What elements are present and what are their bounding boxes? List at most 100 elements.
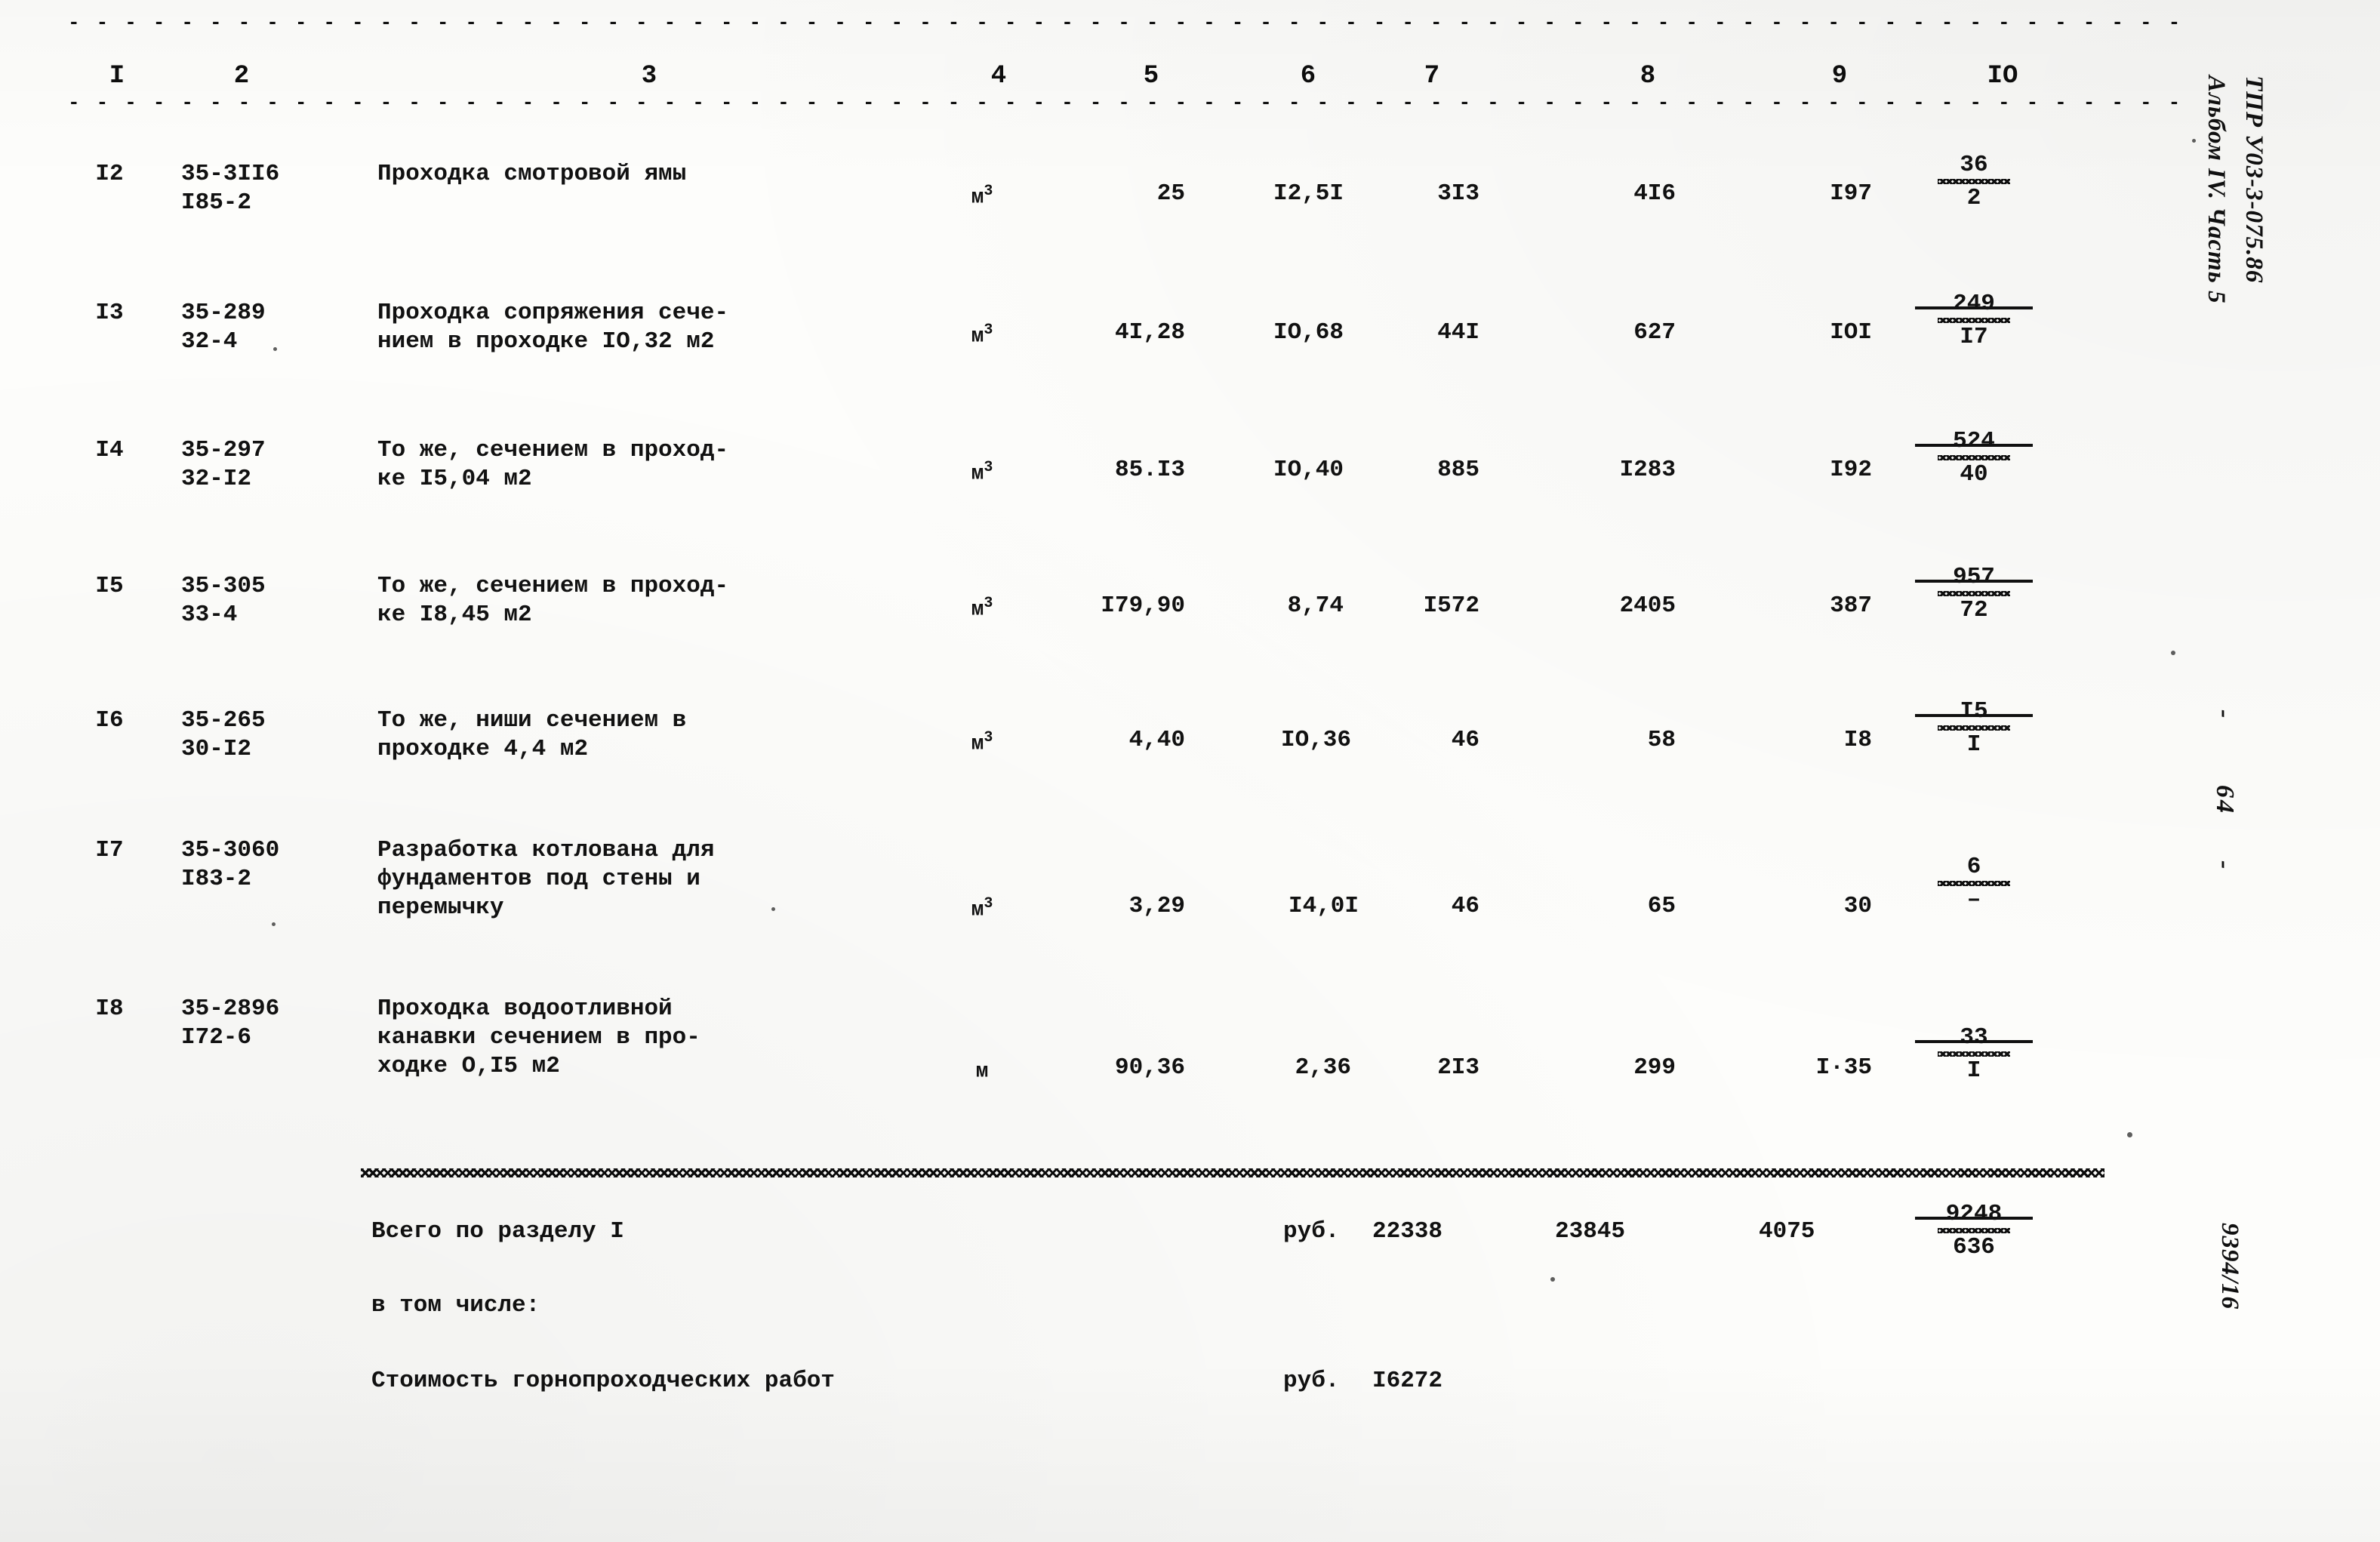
row-col5: I79,90 [1101, 592, 1185, 619]
row-unit-exponent: 3 [984, 895, 993, 913]
row-col7: I572 [1423, 592, 1479, 619]
row-col7: 46 [1451, 893, 1479, 919]
row-col6: IO,40 [1273, 457, 1344, 483]
fraction-bar-icon [1938, 455, 2010, 460]
totals-col8: 23845 [1555, 1218, 1626, 1245]
row-col8: 299 [1633, 1054, 1676, 1081]
row-col10-numerator: 249 [1910, 291, 2038, 317]
fraction-bar-icon [1938, 1228, 2010, 1233]
header-rule-bottom: ‑‑‑‑‑‑‑‑‑‑‑‑‑‑‑‑‑‑‑‑‑‑‑‑‑‑‑‑‑‑‑‑‑‑‑‑‑‑‑‑… [68, 97, 2197, 109]
margin-stamp-line1: ТПР У03-3-075.86 [2240, 75, 2268, 284]
row-col5: 3,29 [1128, 893, 1185, 919]
row-col10-fraction: 6 – [1910, 854, 2038, 913]
margin-stamp-line2: Альбом IV. Часть 5 [2203, 75, 2230, 304]
row-col6: I4,0I [1288, 893, 1359, 919]
row-col10-denominator: I [1966, 731, 1981, 758]
scan-speck [2127, 1132, 2132, 1137]
row-unit: м3 [950, 459, 1015, 485]
row-col10-numerator: I5 [1910, 699, 2038, 725]
row-col9: I·35 [1815, 1054, 1872, 1081]
row-col10-numerator: 957 [1910, 565, 2038, 590]
row-unit-text: м [975, 1060, 989, 1084]
totals-including-label: в том числе: [371, 1292, 540, 1319]
column-header-9: 9 [1831, 62, 1848, 91]
row-unit-exponent: 3 [984, 322, 993, 339]
scan-speck [2171, 651, 2175, 655]
totals-col10-denominator: 636 [1953, 1234, 1995, 1260]
row-unit-exponent: 3 [984, 459, 993, 476]
column-header-4: 4 [990, 62, 1007, 91]
row-number: I3 [95, 300, 124, 326]
row-number: I6 [95, 707, 124, 734]
row-col7: 3I3 [1437, 180, 1479, 207]
row-col9: IOI [1830, 319, 1872, 346]
row-description: То же, сечением в проход- ке I5,04 м2 [377, 437, 729, 492]
totals-col10-fraction: 9248 636 [1910, 1202, 2038, 1260]
mining-works-currency: руб. [1283, 1368, 1340, 1394]
row-code-line2: 32-4 [181, 328, 238, 355]
row-description: Разработка котлована для фундаментов под… [377, 837, 715, 921]
row-code-line1: 35-2896 [181, 996, 280, 1022]
row-col5: 90,36 [1114, 1054, 1185, 1081]
row-code-line1: 35-289 [181, 300, 266, 326]
row-unit-text: м [971, 325, 984, 349]
row-unit-text: м [971, 462, 984, 486]
fraction-bar-icon [1938, 1051, 2010, 1057]
totals-col9: 4075 [1759, 1218, 1815, 1245]
margin-page-dash-bottom: - [2211, 860, 2239, 872]
row-unit: м3 [950, 183, 1015, 209]
row-col8: 2405 [1619, 592, 1676, 619]
row-description: То же, ниши сечением в проходке 4,4 м2 [377, 707, 687, 762]
row-col10-denominator: 40 [1960, 461, 1988, 488]
scan-speck [771, 907, 775, 911]
row-col9: I92 [1830, 457, 1872, 483]
row-col9: 387 [1830, 592, 1872, 619]
row-col10-fraction: 957 72 [1910, 565, 2038, 623]
row-col10-fraction: 36 2 [1910, 152, 2038, 211]
row-code-line2: I72-6 [181, 1024, 252, 1051]
row-col9: I8 [1843, 727, 1872, 753]
scan-speck [2192, 139, 2196, 143]
row-col10-fraction: 33 I [1910, 1025, 2038, 1084]
row-unit: м [950, 1057, 1015, 1083]
row-col5: 85.I3 [1114, 457, 1185, 483]
column-header-3: 3 [641, 62, 657, 91]
row-unit-text: м [971, 898, 984, 922]
row-col5: 25 [1156, 180, 1185, 207]
row-unit-text: м [971, 598, 984, 622]
row-col6: IO,36 [1280, 727, 1351, 753]
row-col10-denominator: 2 [1966, 185, 1981, 211]
row-col6: 2,36 [1295, 1054, 1351, 1081]
row-col8: 58 [1647, 727, 1676, 753]
row-unit-exponent: 3 [984, 729, 993, 746]
row-col10-fraction: I5 I [1910, 699, 2038, 758]
row-unit: м3 [950, 895, 1015, 922]
scan-speck [272, 922, 276, 926]
row-unit: м3 [950, 729, 1015, 756]
row-col8: I283 [1619, 457, 1676, 483]
totals-col10-numerator: 9248 [1910, 1202, 2038, 1227]
scan-speck [273, 347, 277, 351]
row-unit: м3 [950, 322, 1015, 348]
row-number: I2 [95, 161, 124, 187]
row-description: Проходка смотровой ямы [377, 161, 687, 187]
totals-separator-rule [361, 1168, 2104, 1177]
row-code-line1: 35-3060 [181, 837, 280, 863]
row-col8: 627 [1633, 319, 1676, 346]
column-header-8: 8 [1640, 62, 1656, 91]
row-col10-denominator: 72 [1960, 597, 1988, 623]
row-number: I8 [95, 996, 124, 1022]
column-header-2: 2 [233, 62, 250, 91]
row-col7: 46 [1451, 727, 1479, 753]
scanned-page: ‑‑‑‑‑‑‑‑‑‑‑‑‑‑‑‑‑‑‑‑‑‑‑‑‑‑‑‑‑‑‑‑‑‑‑‑‑‑‑‑… [0, 0, 2380, 1542]
fraction-bar-icon [1938, 318, 2010, 323]
fraction-bar-icon [1938, 591, 2010, 596]
row-col8: 65 [1647, 893, 1676, 919]
row-code-line1: 35-297 [181, 437, 266, 463]
column-header-10: IO [1987, 62, 2018, 91]
row-code-line2: 32-I2 [181, 466, 252, 492]
totals-section-label: Всего по разделу I [371, 1218, 624, 1245]
totals-col7: 22338 [1372, 1218, 1443, 1245]
row-col8: 4I6 [1633, 180, 1676, 207]
row-col5: 4,40 [1128, 727, 1185, 753]
